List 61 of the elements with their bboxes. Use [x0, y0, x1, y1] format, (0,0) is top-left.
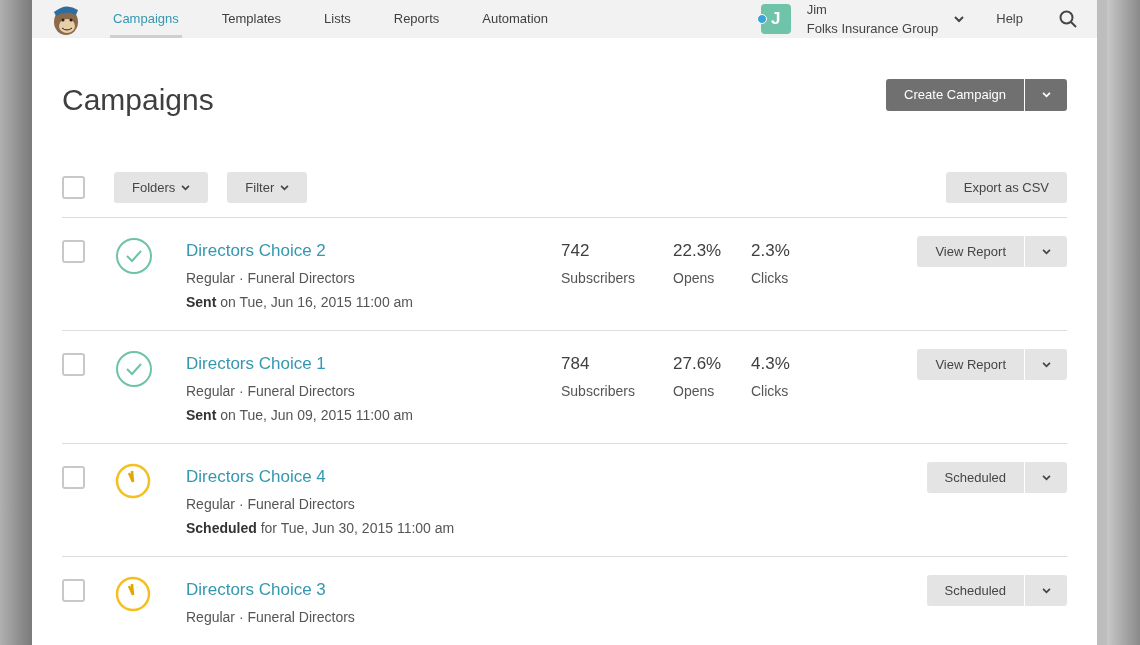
select-all-checkbox[interactable] [62, 176, 85, 199]
search-icon[interactable] [1059, 10, 1077, 28]
create-campaign-button[interactable]: Create Campaign [886, 79, 1024, 111]
options-dropdown-button[interactable] [1025, 575, 1067, 606]
stat-label: Subscribers [561, 269, 635, 288]
create-options-button[interactable] [1025, 79, 1067, 111]
campaign-type: Regular · Funeral Directors [186, 608, 355, 627]
chevron-down-icon [181, 184, 191, 191]
check-circle-icon [115, 350, 153, 388]
stat-value: 784 [561, 353, 590, 375]
nav-tab[interactable]: Reports [390, 0, 443, 38]
chevron-down-icon [280, 184, 290, 191]
stat-value: 2.3% [751, 240, 790, 262]
stat-label: Opens [673, 269, 715, 288]
nav-tab[interactable]: Templates [218, 0, 284, 38]
options-dropdown-button[interactable] [1025, 349, 1067, 380]
options-dropdown-button[interactable] [1025, 236, 1067, 267]
stat-value: 4.3% [751, 353, 790, 375]
chevron-down-icon [1041, 474, 1051, 481]
nav-tab[interactable]: Lists [321, 0, 354, 38]
stat-value: 742 [561, 240, 590, 262]
campaign-status: Scheduled for Tue, Jun 30, 2015 11:00 am [186, 519, 455, 538]
campaign-status: Sent on Tue, Jun 09, 2015 11:00 am [186, 406, 413, 425]
account-organization: Folks Insurance Group [806, 20, 939, 38]
check-circle-icon [115, 237, 153, 275]
campaign-title-link[interactable]: Directors Choice 4 [186, 462, 326, 492]
chevron-down-icon [1041, 92, 1051, 98]
stat-label: Clicks [751, 269, 789, 288]
stat-value: 22.3% [673, 240, 722, 262]
folders-button[interactable]: Folders [114, 172, 209, 203]
stat-label: Opens [673, 382, 715, 401]
row-checkbox[interactable] [62, 579, 85, 602]
nav-tab[interactable]: Automation [479, 0, 552, 38]
row-checkbox[interactable] [62, 353, 85, 376]
campaign-status: Sent on Tue, Jun 16, 2015 11:00 am [186, 293, 413, 312]
page-title: Campaigns [62, 81, 214, 118]
help-link[interactable]: Help [996, 9, 1023, 29]
chevron-down-icon [1041, 248, 1051, 255]
campaign-title-link[interactable]: Directors Choice 3 [186, 575, 326, 605]
campaign-type: Regular · Funeral Directors [186, 495, 355, 514]
account-name: Jim [806, 1, 828, 19]
campaign-type: Regular · Funeral Directors [186, 269, 355, 288]
campaign-type: Regular · Funeral Directors [186, 382, 355, 401]
options-dropdown-button[interactable] [1025, 462, 1067, 493]
chevron-down-icon [1041, 587, 1051, 594]
chevron-down-icon[interactable] [954, 15, 965, 23]
view-report-button[interactable]: View Report [917, 349, 1024, 380]
clock-icon [115, 463, 151, 499]
avatar-icon: J [760, 4, 791, 34]
view-report-button[interactable]: View Report [917, 236, 1024, 267]
scheduled-button[interactable]: Scheduled [926, 462, 1024, 493]
row-checkbox[interactable] [62, 240, 85, 263]
filter-button[interactable]: Filter [227, 172, 308, 203]
chevron-down-icon [1041, 361, 1051, 368]
export-csv-button[interactable]: Export as CSV [945, 172, 1067, 203]
stat-value: 27.6% [673, 353, 722, 375]
clock-icon [115, 576, 151, 612]
stat-label: Subscribers [561, 382, 635, 401]
row-checkbox[interactable] [62, 466, 85, 489]
scheduled-button[interactable]: Scheduled [926, 575, 1024, 606]
stat-label: Clicks [751, 382, 789, 401]
